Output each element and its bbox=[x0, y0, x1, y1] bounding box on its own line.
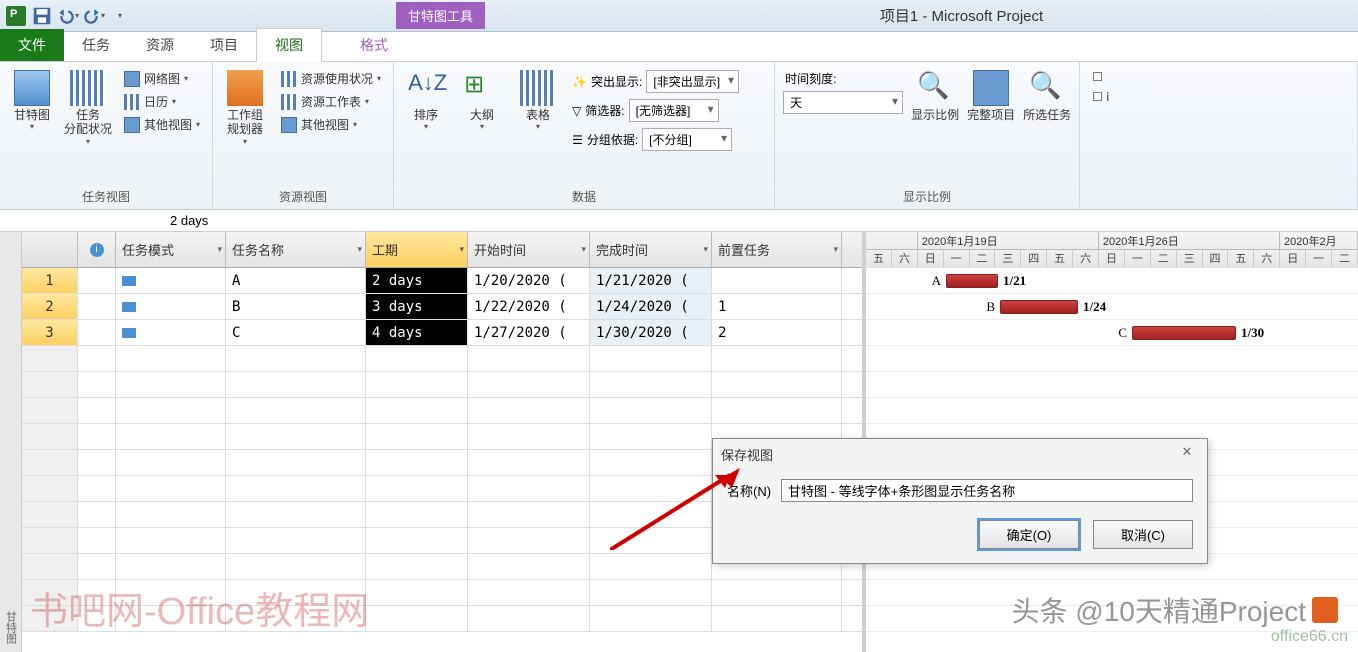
tab-resource[interactable]: 资源 bbox=[128, 29, 192, 61]
network-diagram-button[interactable]: 网络图▾ bbox=[120, 68, 204, 89]
auto-schedule-icon bbox=[122, 302, 136, 312]
highlight-icon: ✨ bbox=[572, 75, 587, 89]
resource-usage-button[interactable]: 资源使用状况▾ bbox=[277, 68, 385, 89]
save-view-dialog: 保存视图 ✕ 名称(N) 确定(O) 取消(C) bbox=[712, 438, 1208, 564]
outline-button[interactable]: ⊞大纲▾ bbox=[456, 66, 508, 186]
tab-project[interactable]: 项目 bbox=[192, 29, 256, 61]
tab-view[interactable]: 视图 bbox=[256, 28, 322, 62]
watermark-3: office66.cn bbox=[1271, 628, 1348, 646]
gantt-bar[interactable]: B1/24 bbox=[1000, 300, 1078, 314]
other-views-button[interactable]: 其他视图▾ bbox=[120, 114, 204, 135]
group-task-views: 甘特图▾ 任务 分配状况▾ 网络图▾ 日历▾ 其他视图▾ 任务视图 bbox=[0, 62, 213, 209]
filter-combo[interactable]: [无筛选器] bbox=[629, 99, 719, 122]
quick-access-toolbar: ▾ ▾ ▾ bbox=[0, 4, 136, 28]
gantt-bar[interactable]: C1/30 bbox=[1132, 326, 1236, 340]
selected-tasks-button[interactable]: 🔍所选任务 bbox=[1021, 66, 1073, 186]
group-zoom: 时间刻度: 天 🔍显示比例 完整项目 🔍所选任务 显示比例 bbox=[775, 62, 1080, 209]
gantt-timescale[interactable]: 2020年1月19日2020年1月26日2020年2月 五六日一二三四五六日一二… bbox=[866, 232, 1358, 268]
col-start[interactable]: 开始时间▾ bbox=[468, 232, 590, 267]
contextual-tab-label: 甘特图工具 bbox=[396, 2, 485, 29]
ok-button[interactable]: 确定(O) bbox=[979, 520, 1079, 549]
group-combo[interactable]: [不分组] bbox=[642, 128, 732, 151]
calendar-button[interactable]: 日历▾ bbox=[120, 91, 204, 112]
group-resource-views: 工作组 规划器▾ 资源使用状况▾ 资源工作表▾ 其他视图▾ 资源视图 bbox=[213, 62, 394, 209]
col-task-name[interactable]: 任务名称▾ bbox=[226, 232, 366, 267]
save-icon[interactable] bbox=[30, 4, 54, 28]
checkbox-1[interactable]: ☐ bbox=[1088, 68, 1113, 86]
gantt-row[interactable]: B1/24 bbox=[866, 294, 1358, 320]
name-label: 名称(N) bbox=[727, 481, 771, 500]
info-icon: i bbox=[90, 243, 104, 257]
view-name-input[interactable] bbox=[781, 479, 1193, 502]
col-task-mode[interactable]: 任务模式▾ bbox=[116, 232, 226, 267]
ribbon: 甘特图▾ 任务 分配状况▾ 网络图▾ 日历▾ 其他视图▾ 任务视图 工作组 规划… bbox=[0, 62, 1358, 210]
col-indicators[interactable]: i bbox=[78, 232, 116, 267]
tab-file[interactable]: 文件 bbox=[0, 29, 64, 61]
zoom-button[interactable]: 🔍显示比例 bbox=[909, 66, 961, 186]
gantt-bar[interactable]: A1/21 bbox=[946, 274, 998, 288]
filter-icon: ▽ bbox=[572, 104, 581, 118]
task-usage-button[interactable]: 任务 分配状况▾ bbox=[62, 66, 114, 186]
col-duration[interactable]: 工期▾ bbox=[366, 232, 468, 267]
auto-schedule-icon bbox=[122, 276, 136, 286]
qat-customize-icon[interactable]: ▾ bbox=[108, 4, 132, 28]
undo-icon[interactable]: ▾ bbox=[56, 4, 80, 28]
col-rownum[interactable] bbox=[22, 232, 78, 267]
view-bar[interactable]: 甘特图 bbox=[0, 232, 22, 652]
ribbon-tabs: 文件 任务 资源 项目 视图 格式 bbox=[0, 32, 1358, 62]
sort-button[interactable]: A↓Z排序▾ bbox=[400, 66, 452, 186]
group-data: A↓Z排序▾ ⊞大纲▾ 表格▾ ✨突出显示:[非突出显示] ▽筛选器:[无筛选器… bbox=[394, 62, 775, 209]
cancel-button[interactable]: 取消(C) bbox=[1093, 520, 1193, 549]
table-row[interactable]: 3 C 4 days 1/27/2020 ( 1/30/2020 ( 2 bbox=[22, 320, 862, 346]
redo-icon[interactable]: ▾ bbox=[82, 4, 106, 28]
window-title: 项目1 - Microsoft Project bbox=[565, 5, 1358, 26]
table-row[interactable]: 2 B 3 days 1/22/2020 ( 1/24/2020 ( 1 bbox=[22, 294, 862, 320]
tab-task[interactable]: 任务 bbox=[64, 29, 128, 61]
other-views-2-button[interactable]: 其他视图▾ bbox=[277, 114, 385, 135]
tables-button[interactable]: 表格▾ bbox=[512, 66, 564, 186]
gantt-row[interactable]: C1/30 bbox=[866, 320, 1358, 346]
col-predecessors[interactable]: 前置任务▾ bbox=[712, 232, 842, 267]
resource-sheet-button[interactable]: 资源工作表▾ bbox=[277, 91, 385, 112]
team-planner-button[interactable]: 工作组 规划器▾ bbox=[219, 66, 271, 186]
entry-bar[interactable]: 2 days bbox=[0, 210, 1358, 232]
title-bar: ▾ ▾ ▾ 甘特图工具 项目1 - Microsoft Project bbox=[0, 0, 1358, 32]
highlight-combo[interactable]: [非突出显示] bbox=[646, 70, 739, 93]
tab-format[interactable]: 格式 bbox=[342, 29, 406, 61]
group-icon: ☰ bbox=[572, 133, 583, 147]
gantt-row[interactable]: A1/21 bbox=[866, 268, 1358, 294]
gantt-chart-button[interactable]: 甘特图▾ bbox=[6, 66, 58, 186]
checkbox-2[interactable]: ☐ ⅰ bbox=[1088, 88, 1113, 106]
dialog-title: 保存视图 bbox=[721, 445, 773, 464]
grid-header: i 任务模式▾ 任务名称▾ 工期▾ 开始时间▾ 完成时间▾ 前置任务▾ bbox=[22, 232, 862, 268]
entire-project-button[interactable]: 完整项目 bbox=[965, 66, 1017, 186]
auto-schedule-icon bbox=[122, 328, 136, 338]
app-icon[interactable] bbox=[4, 4, 28, 28]
table-row[interactable]: 1 A 2 days 1/20/2020 ( 1/21/2020 ( bbox=[22, 268, 862, 294]
timescale-combo[interactable]: 天 bbox=[783, 91, 903, 114]
col-finish[interactable]: 完成时间▾ bbox=[590, 232, 712, 267]
close-icon[interactable]: ✕ bbox=[1175, 444, 1199, 464]
